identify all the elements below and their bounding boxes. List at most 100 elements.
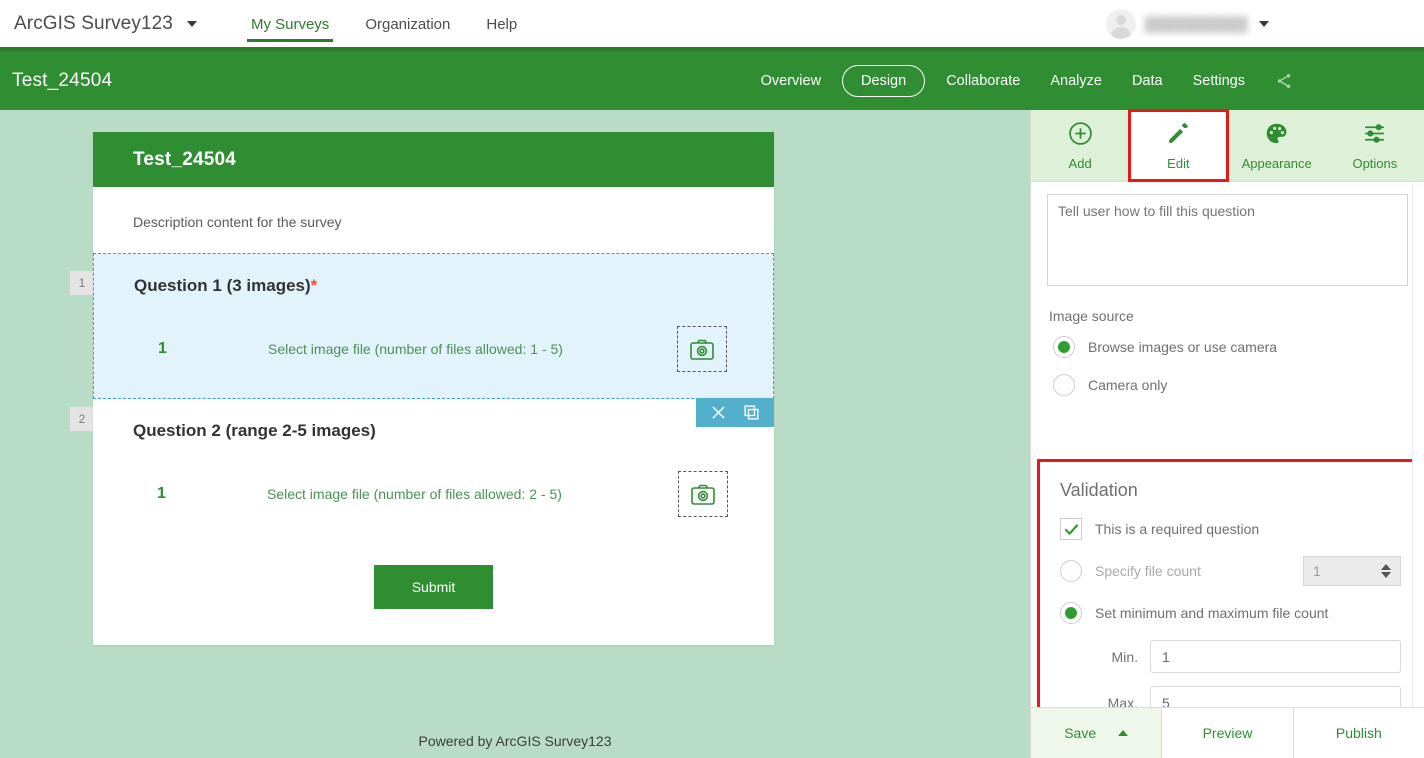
question-2-row-label: Select image file (number of files allow… (267, 486, 562, 502)
editor-side-panel: Add Edit Appearance Options Tell user ho… (1030, 109, 1424, 758)
max-label: Max. (1107, 694, 1138, 708)
question-1-toolbar (696, 398, 774, 427)
min-input[interactable] (1150, 640, 1401, 673)
submit-button[interactable]: Submit (373, 565, 494, 609)
radio-button-icon[interactable] (1060, 602, 1082, 624)
topnav-item-my-surveys[interactable]: My Surveys (233, 0, 347, 47)
question-1-row-label: Select image file (number of files allow… (268, 341, 563, 357)
close-icon[interactable] (710, 404, 727, 421)
survey-tabs: Overview Design Collaborate Analyze Data… (746, 64, 1294, 97)
editor-tab-strip: Add Edit Appearance Options (1031, 109, 1424, 182)
top-nav-items: My Surveys Organization Help (233, 0, 535, 47)
share-icon[interactable] (1274, 71, 1294, 91)
tab-edit-label: Edit (1167, 155, 1190, 171)
plus-circle-icon (1068, 121, 1093, 151)
survey-card-header: Test_24504 (93, 132, 774, 187)
question-1-row-number: 1 (158, 340, 167, 357)
survey-preview-pane: 1 2 Test_24504 Description content for t… (0, 110, 1030, 758)
required-question-label: This is a required question (1095, 521, 1260, 537)
survey-card: Test_24504 Description content for the s… (93, 132, 774, 645)
image-source-label: Image source (1049, 308, 1134, 324)
required-asterisk: * (310, 276, 318, 295)
powered-by-label: Powered by ArcGIS Survey123 (418, 733, 612, 749)
tab-appearance[interactable]: Appearance (1228, 110, 1326, 181)
max-file-count-row: Max. (1054, 686, 1401, 707)
tab-overview[interactable]: Overview (746, 66, 836, 96)
username-label: ██████████ (1144, 15, 1248, 32)
radio-button-icon[interactable] (1053, 374, 1075, 396)
radio-button-icon[interactable] (1060, 560, 1082, 582)
checkbox-icon[interactable] (1060, 518, 1082, 540)
question-badge-2: 2 (70, 407, 94, 431)
preview-button[interactable]: Preview (1162, 708, 1294, 758)
tab-options-label: Options (1352, 155, 1398, 171)
tab-data[interactable]: Data (1117, 66, 1178, 96)
topnav-item-organization[interactable]: Organization (347, 0, 468, 47)
palette-icon (1264, 121, 1289, 151)
question-1-row: 1 Select image file (number of files all… (134, 326, 733, 372)
tab-settings[interactable]: Settings (1178, 66, 1260, 96)
set-min-max-row[interactable]: Set minimum and maximum file count (1054, 602, 1401, 624)
brand-title: ArcGIS Survey123 (14, 12, 173, 34)
tab-add-label: Add (1068, 155, 1092, 171)
question-1-title-text: Question 1 (3 images) (134, 276, 311, 295)
question-2-row-number: 1 (157, 485, 166, 502)
min-file-count-row: Min. (1054, 640, 1401, 673)
brand-menu[interactable]: ArcGIS Survey123 (14, 13, 223, 35)
radio-browse-images[interactable]: Browse images or use camera (1047, 336, 1408, 358)
survey-header-bar: Test_24504 Overview Design Collaborate A… (0, 51, 1424, 110)
validation-section: Validation This is a required question S… (1037, 459, 1418, 707)
tab-appearance-label: Appearance (1241, 155, 1312, 171)
tab-collaborate[interactable]: Collaborate (931, 66, 1035, 96)
file-count-stepper[interactable]: 1 (1303, 556, 1401, 586)
editor-panel-content: Image source Browse images or use camera… (1031, 182, 1424, 707)
radio-browse-images-label: Browse images or use camera (1088, 339, 1278, 355)
publish-button[interactable]: Publish (1294, 708, 1424, 758)
submit-area: Submit (93, 543, 774, 645)
question-2-row: 1 Select image file (number of files all… (133, 471, 734, 517)
radio-button-icon[interactable] (1053, 336, 1075, 358)
question-2-title-text: Question 2 (range 2-5 images) (133, 421, 376, 440)
save-button-label: Save (1064, 725, 1097, 741)
question-block-2[interactable]: Question 2 (range 2-5 images) 1 Select i… (93, 399, 774, 543)
tab-edit[interactable]: Edit (1128, 109, 1229, 182)
tab-add[interactable]: Add (1031, 110, 1129, 181)
main-body: 1 2 Test_24504 Description content for t… (0, 109, 1424, 758)
tab-design[interactable]: Design (842, 64, 926, 97)
set-min-max-label: Set minimum and maximum file count (1095, 605, 1329, 621)
radio-camera-only-label: Camera only (1088, 377, 1168, 393)
max-input[interactable] (1150, 686, 1401, 707)
avatar (1105, 8, 1136, 39)
save-button[interactable]: Save (1031, 708, 1163, 758)
chevron-up-icon[interactable] (1118, 730, 1129, 736)
specify-file-count-label: Specify file count (1095, 563, 1201, 579)
chevron-down-icon (186, 20, 197, 27)
tab-options[interactable]: Options (1326, 110, 1424, 181)
tab-analyze[interactable]: Analyze (1035, 66, 1117, 96)
user-account-menu[interactable]: ██████████ (1105, 8, 1269, 39)
hint-textarea[interactable] (1047, 194, 1408, 286)
camera-icon[interactable] (677, 326, 727, 372)
topnav-item-help[interactable]: Help (468, 0, 535, 47)
camera-icon[interactable] (678, 471, 728, 517)
question-1-title: Question 1 (3 images)* (134, 276, 733, 296)
page-title: Test_24504 (12, 69, 113, 91)
question-badge-1: 1 (70, 271, 94, 295)
file-count-value: 1 (1313, 563, 1321, 579)
stepper-arrows-icon[interactable] (1381, 564, 1391, 578)
survey-card-title: Test_24504 (133, 148, 237, 170)
radio-camera-only[interactable]: Camera only (1047, 374, 1408, 396)
specify-file-count-row[interactable]: Specify file count 1 (1054, 556, 1401, 586)
panel-scrollbar[interactable] (1412, 182, 1424, 707)
question-block-1[interactable]: Question 1 (3 images)* 1 Select image fi… (93, 253, 774, 427)
editor-footer-bar: Save Preview Publish (1031, 707, 1424, 758)
top-navigation-bar: ArcGIS Survey123 My Surveys Organization… (0, 0, 1424, 51)
question-2-title: Question 2 (range 2-5 images) (133, 421, 734, 441)
copy-icon[interactable] (743, 404, 760, 421)
survey-description: Description content for the survey (133, 214, 342, 230)
validation-title: Validation (1060, 480, 1138, 500)
pencil-icon (1166, 121, 1191, 151)
chevron-down-icon (1259, 20, 1269, 27)
required-question-row[interactable]: This is a required question (1054, 518, 1401, 540)
min-label: Min. (1111, 648, 1138, 665)
